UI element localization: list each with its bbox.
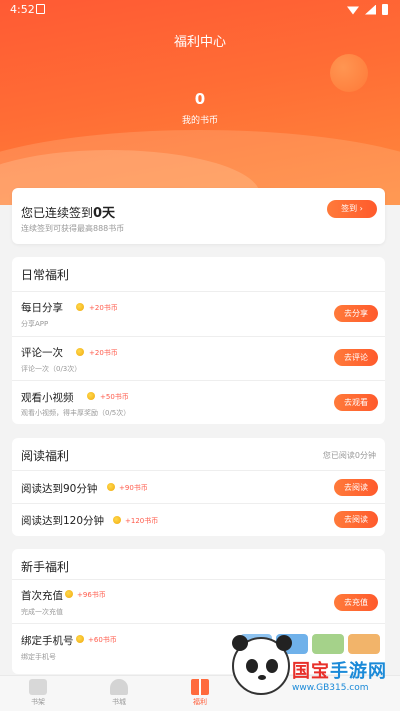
task-title: 每日分享 (21, 302, 63, 314)
checkin-button[interactable]: 签到 › (327, 200, 377, 218)
task-subtitle: 绑定手机号 (21, 653, 56, 661)
divider (12, 470, 385, 471)
section-title: 日常福利 (21, 268, 70, 282)
task-title: 阅读达到90分钟 (21, 483, 98, 495)
gift-icon (191, 679, 209, 695)
coin-balance: 0 (194, 90, 206, 108)
header-banner: 4:52 福利中心 0 我的书币 (0, 0, 400, 205)
share-button[interactable]: 去分享 (334, 305, 378, 322)
watermark-title-b: 手游网 (330, 661, 387, 682)
daily-welfare-card: 日常福利 每日分享 +20书币 分享APP 去分享 评论一次 +20书币 评论一… (12, 257, 385, 424)
reading-welfare-card: 阅读福利 您已阅读0分钟 阅读达到90分钟 +90书币 去阅读 阅读达到120分… (12, 438, 385, 536)
decor-circle (330, 54, 368, 92)
section-title: 阅读福利 (21, 449, 70, 463)
panda-logo-icon (232, 635, 292, 695)
nav-label: 书架 (31, 698, 45, 706)
coin-icon (76, 303, 84, 311)
task-title: 评论一次 (21, 347, 63, 359)
status-time: 4:52 (10, 3, 35, 16)
checkin-subtitle: 连续签到可获得最高888书币 (21, 224, 125, 233)
divider (12, 623, 385, 624)
checkin-days: 0天 (93, 206, 116, 221)
divider (12, 336, 385, 337)
divider (12, 380, 385, 381)
section-title: 新手福利 (21, 560, 70, 574)
battery-icon (382, 4, 388, 15)
coin-icon (76, 348, 84, 356)
nav-bookstore[interactable]: 书城 (99, 679, 139, 707)
task-subtitle: 观看小视频，得丰厚奖励（0/5次） (21, 409, 131, 417)
divider (12, 579, 385, 580)
checkin-title-prefix: 您已连续签到 (21, 206, 94, 220)
task-reward: +90书币 (119, 484, 148, 492)
task-reward: +20书币 (89, 304, 118, 312)
watermark-url: www.GB315.com (292, 683, 369, 693)
task-subtitle: 分享APP (21, 320, 49, 328)
coin-icon (113, 516, 121, 524)
watermark-title-a: 国宝 (292, 661, 330, 682)
task-reward: +120书币 (125, 517, 159, 525)
task-reward: +20书币 (89, 349, 118, 357)
task-subtitle: 完成一次充值 (21, 608, 63, 616)
task-title: 绑定手机号 (21, 635, 74, 647)
panda-eye (266, 659, 278, 673)
reading-status: 您已阅读0分钟 (322, 451, 376, 460)
task-title: 阅读达到120分钟 (21, 515, 105, 527)
bookstore-icon (110, 679, 128, 695)
coin-icon (107, 483, 115, 491)
status-bar: 4:52 (0, 0, 400, 22)
wifi-icon (347, 6, 359, 15)
nav-bookshelf[interactable]: 书架 (18, 679, 58, 707)
signal-icon (365, 4, 376, 15)
watch-video-button[interactable]: 去观看 (334, 394, 378, 411)
watermark-title: 国宝手游网 (292, 657, 387, 683)
task-title: 观看小视频 (21, 392, 74, 404)
nav-label: 福利 (193, 698, 207, 706)
read-button[interactable]: 去阅读 (334, 511, 378, 528)
task-title: 首次充值 (21, 590, 63, 602)
panda-ear (232, 635, 248, 651)
checkin-card: 您已连续签到0天 连续签到可获得最高888书币 签到 › (12, 188, 385, 244)
task-reward: +96书币 (77, 591, 106, 599)
page-title: 福利中心 (173, 35, 226, 50)
comment-button[interactable]: 去评论 (334, 349, 378, 366)
divider (12, 503, 385, 504)
nav-welfare[interactable]: 福利 (180, 679, 220, 707)
coin-icon (87, 392, 95, 400)
read-button[interactable]: 去阅读 (334, 479, 378, 496)
bookshelf-icon (29, 679, 47, 695)
divider (12, 291, 385, 292)
panda-nose (258, 675, 266, 680)
checkin-title: 您已连续签到0天 (21, 202, 115, 221)
coin-icon (76, 635, 84, 643)
panda-ear (276, 635, 292, 651)
task-reward: +50书币 (100, 393, 129, 401)
recharge-button[interactable]: 去充值 (334, 594, 378, 611)
task-reward: +60书币 (88, 636, 117, 644)
coin-icon (65, 590, 73, 598)
panda-eye (246, 659, 258, 673)
nav-label: 书城 (112, 698, 126, 706)
notification-icon (36, 4, 45, 14)
task-subtitle: 评论一次（0/3次） (21, 365, 82, 373)
watermark: 国宝手游网 www.GB315.com (232, 635, 400, 711)
coin-balance-label: 我的书币 (181, 116, 218, 126)
